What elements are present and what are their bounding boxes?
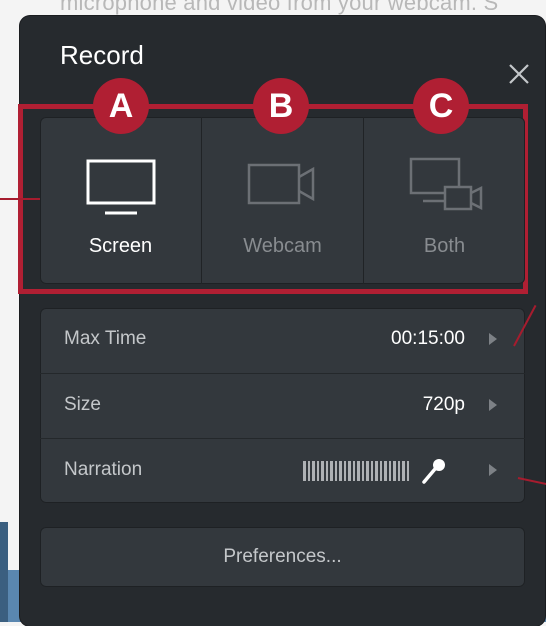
settings-list: Max Time 00:15:00 Size 720p Narration [40,308,525,503]
setting-row-narration[interactable]: Narration [40,438,525,503]
max-time-label: Max Time [64,328,147,349]
annotation-badge-b: B [253,78,309,134]
preferences-button[interactable]: Preferences... [40,527,525,587]
monitor-icon [81,157,161,222]
chevron-right-icon [489,464,497,476]
mode-label-webcam: Webcam [243,235,322,257]
size-label: Size [64,394,101,415]
setting-row-size[interactable]: Size 720p [40,373,525,438]
annotation-badge-a: A [93,78,149,134]
mode-label-screen: Screen [88,235,153,257]
screen-and-webcam-icon [405,157,485,222]
record-mode-group: Screen Webcam Both [40,117,525,284]
mode-button-webcam[interactable]: Webcam [202,117,364,284]
chevron-right-icon [489,399,497,411]
dialog-title: Record [60,40,144,70]
narration-label: Narration [64,459,143,480]
close-icon [509,64,529,84]
mode-button-both[interactable]: Both [364,117,525,284]
mode-button-screen[interactable]: Screen [40,117,202,284]
max-time-value: 00:15:00 [391,328,465,349]
annotation-badge-c: C [413,78,469,134]
microphone-icon [420,457,448,490]
background-strip-edge [0,522,8,622]
setting-row-max-time[interactable]: Max Time 00:15:00 [40,308,525,372]
audio-level-meter [303,461,409,481]
chevron-right-icon [489,333,497,345]
size-value: 720p [422,394,465,415]
webcam-icon [243,157,323,222]
close-button[interactable] [505,60,533,88]
annotation-connector-left [0,198,40,200]
mode-label-both: Both [423,235,466,257]
preferences-label: Preferences... [223,546,342,567]
background-caption: microphone and video from your webcam. S [60,0,499,15]
